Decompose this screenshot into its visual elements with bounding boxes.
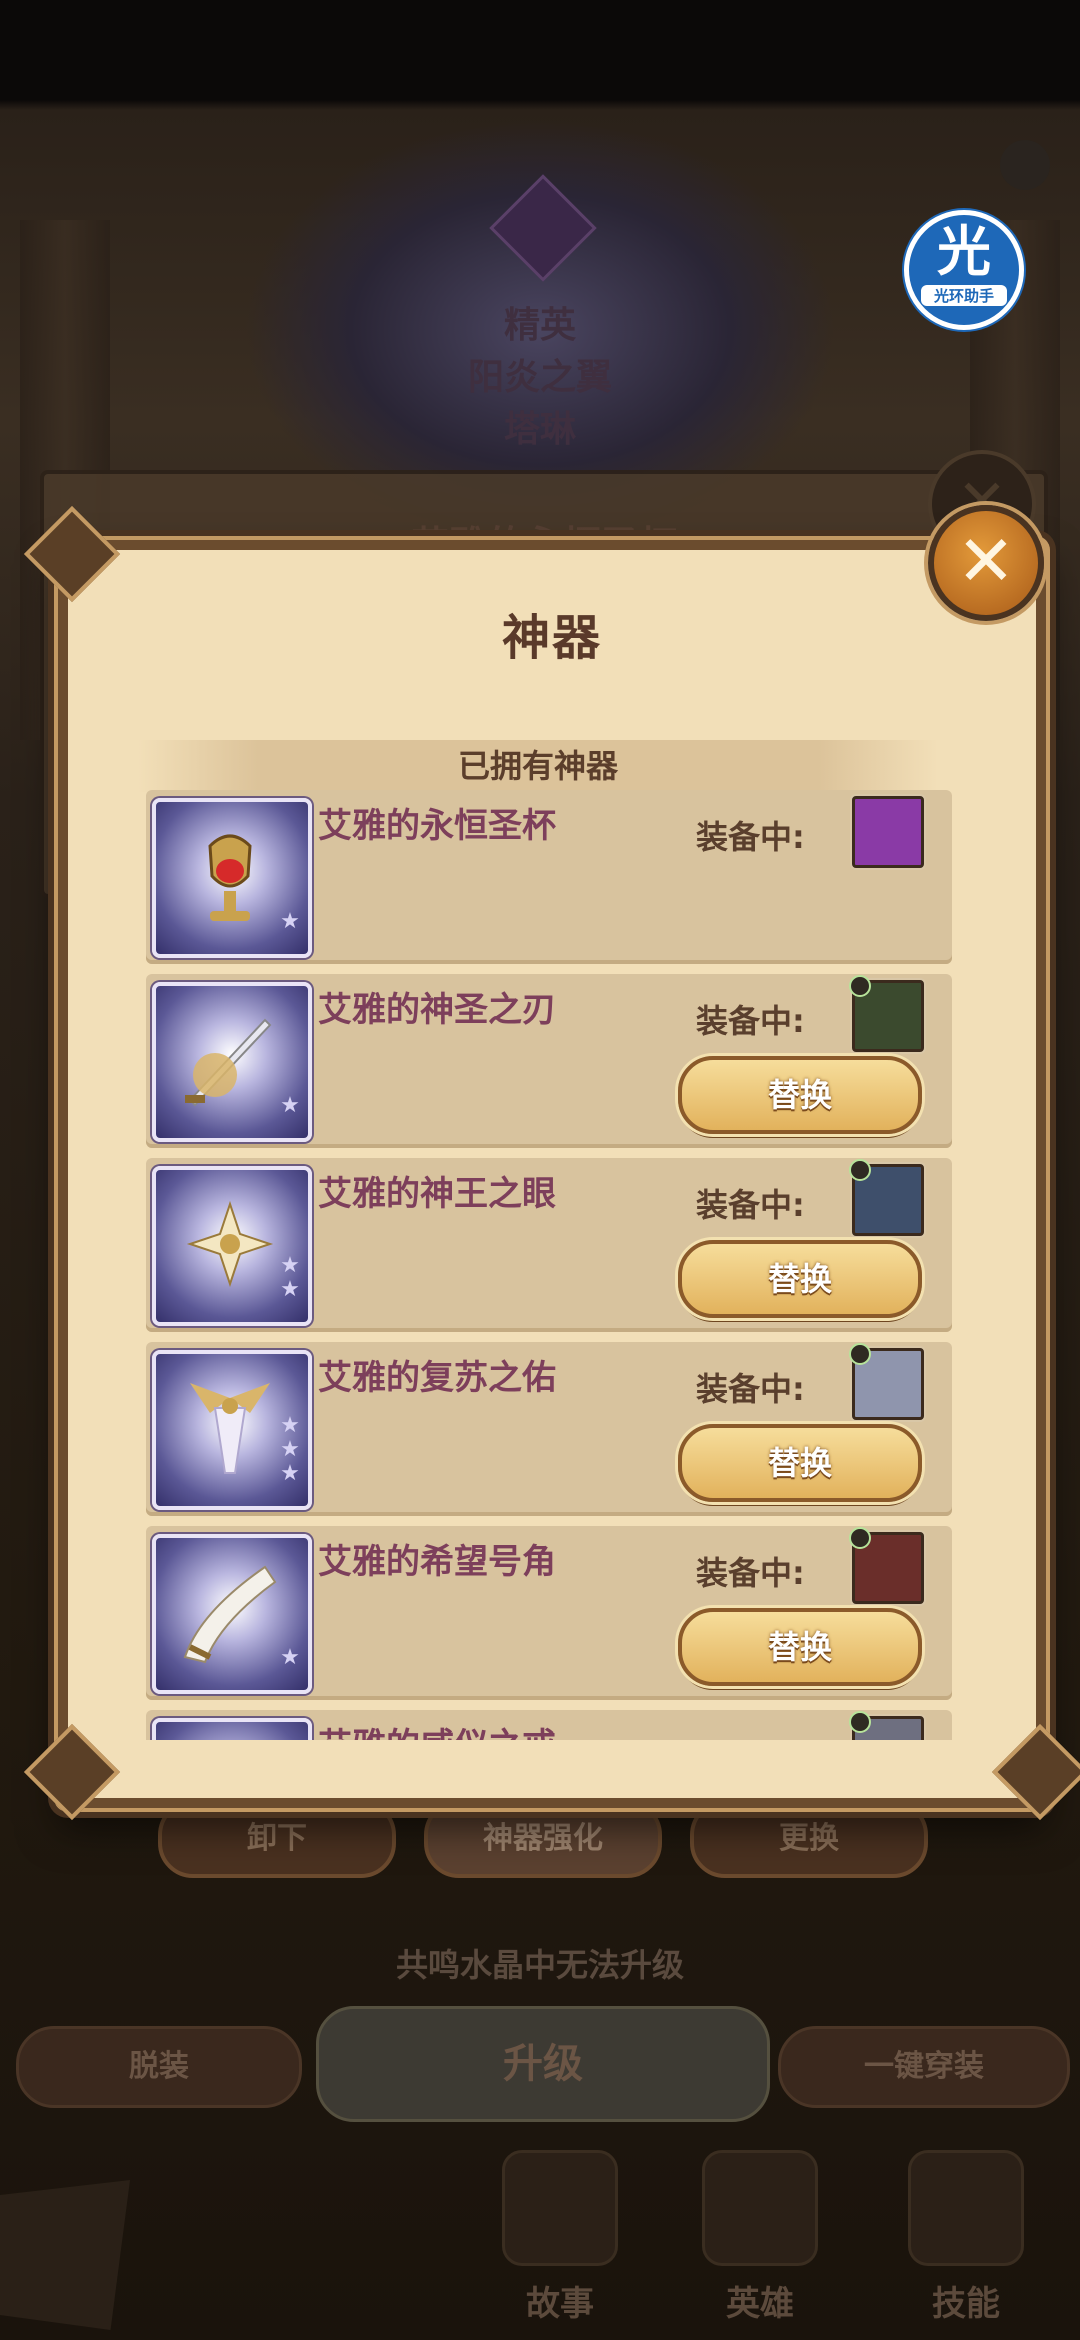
- equipped-label: 装备中:: [696, 818, 805, 856]
- artifact-name: 艾雅的复苏之佑: [318, 1358, 556, 1398]
- artifact-row[interactable]: ★ ★ 艾雅的神王之眼 装备中: 替换: [146, 1158, 952, 1332]
- nav-hero[interactable]: 英雄: [660, 2150, 860, 2325]
- equipped-hero-avatar[interactable]: [849, 975, 924, 1052]
- tab-replace[interactable]: 更换: [690, 1800, 928, 1878]
- artifact-row[interactable]: ★ 艾雅的希望号角 装备中: 替换: [146, 1526, 952, 1700]
- ring-icon: ★: [152, 1718, 312, 1740]
- artifact-name: 艾雅的永恒圣杯: [318, 806, 556, 846]
- artifact-list[interactable]: ★ 艾雅的永恒圣杯 装备中: ★ 艾雅的神圣之刃 装备中: 替换 ★ ★ 艾雅的神…: [146, 790, 952, 1740]
- nav-story[interactable]: 故事: [460, 2150, 660, 2325]
- hero-shield-icon: [702, 2150, 818, 2266]
- upgrade-note: 共鸣水晶中无法升级: [395, 1946, 684, 1984]
- assistant-floating-button[interactable]: 光 光环助手: [904, 210, 1024, 330]
- skill-s-icon: [908, 2150, 1024, 2266]
- rank-badge-icon: [849, 1711, 871, 1733]
- equipped-label: 装备中:: [696, 1732, 805, 1740]
- artifact-row[interactable]: ★ 艾雅的永恒圣杯 装备中:: [146, 790, 952, 964]
- star-rating: ★ ★ ★: [280, 1413, 300, 1486]
- artifact-name: 艾雅的希望号角: [318, 1542, 556, 1582]
- artifact-row[interactable]: ★ 艾雅的威仪之戒 装备中:: [146, 1710, 952, 1740]
- swap-button[interactable]: 替换: [678, 1056, 922, 1134]
- tab-unequip[interactable]: 卸下: [158, 1800, 396, 1878]
- assistant-label: 光环助手: [921, 285, 1007, 306]
- star-rating: ★ ★: [280, 1253, 300, 1302]
- close-button[interactable]: ✕: [928, 505, 1044, 621]
- back-arrow-icon[interactable]: [0, 2180, 130, 2330]
- artifact-name: 艾雅的神圣之刃: [318, 990, 556, 1030]
- rank-badge-icon: [849, 1343, 871, 1365]
- artifact-name: 艾雅的神王之眼: [318, 1174, 556, 1214]
- sword-icon: ★: [152, 982, 312, 1142]
- equipped-hero-avatar[interactable]: [849, 1159, 924, 1236]
- artifact-row[interactable]: ★ ★ ★ 艾雅的复苏之佑 装备中: 替换: [146, 1342, 952, 1516]
- artifact-name: 艾雅的威仪之戒: [318, 1718, 556, 1740]
- section-header: 已拥有神器: [138, 740, 938, 792]
- eye-crest-icon: ★ ★: [152, 1166, 312, 1326]
- unequip-all-button[interactable]: 脱装: [16, 2026, 302, 2108]
- winged-chalice-icon: ★ ★ ★: [152, 1350, 312, 1510]
- star-rating: ★: [280, 909, 300, 934]
- dialog-title: 神器: [501, 610, 602, 666]
- star-rating: ★: [280, 1093, 300, 1118]
- grail-icon: ★: [152, 798, 312, 958]
- hero-name: 塔琳: [503, 409, 576, 450]
- one-click-equip-button[interactable]: 一键穿装: [778, 2026, 1070, 2108]
- close-icon: ✕: [956, 520, 1016, 602]
- nav-story-label: 故事: [526, 2284, 594, 2324]
- equipped-label: 装备中:: [696, 1002, 805, 1040]
- nav-skill-label: 技能: [932, 2284, 1000, 2324]
- equipped-label: 装备中:: [696, 1186, 805, 1224]
- upgrade-button[interactable]: 升级: [316, 2006, 770, 2122]
- equipped-hero-avatar[interactable]: [849, 1527, 924, 1604]
- horn-icon: ★: [152, 1534, 312, 1694]
- equipped-hero-avatar[interactable]: [849, 1343, 924, 1420]
- artifact-row[interactable]: ★ 艾雅的神圣之刃 装备中: 替换: [146, 974, 952, 1148]
- nav-hero-label: 英雄: [726, 2284, 794, 2324]
- assistant-logo: 光: [937, 220, 991, 283]
- artifact-dialog: 神器 ✕ 已拥有神器 ★ 艾雅的永恒圣杯 装备中: ★ 艾雅的神圣之刃 装备中:…: [23, 505, 1080, 1821]
- lock-icon[interactable]: [1000, 140, 1050, 190]
- swap-button[interactable]: 替换: [678, 1240, 922, 1318]
- swap-button[interactable]: 替换: [678, 1424, 922, 1502]
- tab-enhance[interactable]: 神器强化: [424, 1800, 662, 1878]
- equipped-label: 装备中:: [696, 1370, 805, 1408]
- equipped-label: 装备中:: [696, 1554, 805, 1592]
- star-rating: ★: [280, 1645, 300, 1670]
- nav-skill[interactable]: 技能: [866, 2150, 1066, 2325]
- equipped-hero-avatar[interactable]: [849, 1711, 924, 1740]
- rank-badge-icon: [849, 1527, 871, 1549]
- book-icon: [502, 2150, 618, 2266]
- rank-badge-icon: [849, 975, 871, 997]
- equipped-hero-avatar[interactable]: [852, 796, 924, 868]
- rank-badge-icon: [849, 1159, 871, 1181]
- swap-button[interactable]: 替换: [678, 1608, 922, 1686]
- hero-skin-name: 阳炎之翼: [467, 357, 612, 398]
